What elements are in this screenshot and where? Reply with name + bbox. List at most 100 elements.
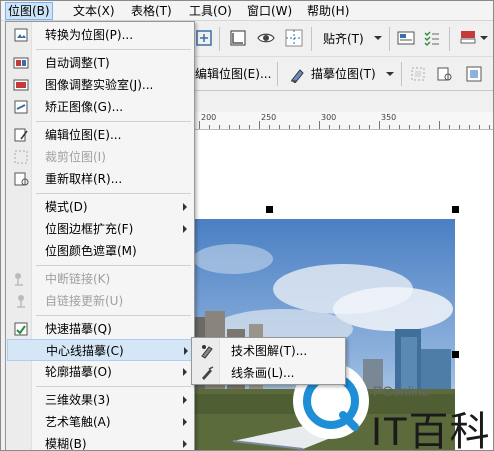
zoom-fit-icon[interactable] [195, 29, 213, 47]
menu-item-bitmap-color-mask[interactable]: 位图颜色遮罩(M) [7, 240, 194, 262]
submenu-arrow-icon [183, 418, 187, 426]
menu-separator [36, 193, 191, 194]
menu-item-centerline-trace[interactable]: 中心线描摹(C) [7, 339, 194, 361]
selection-handle[interactable] [452, 351, 459, 358]
menu-item-mode[interactable]: 模式(D) [7, 196, 194, 218]
submenu-arrow-icon [183, 368, 187, 376]
menu-separator [36, 265, 191, 266]
image-adjust-lab-icon [13, 79, 29, 91]
trace-bitmap-icon [291, 69, 304, 83]
horizontal-ruler: 200 250 300 350 [191, 112, 493, 130]
bitmap-menu: 转换为位图(P)... 自动调整(T) 图像调整实验室(J)... 矫正图像(G… [5, 21, 195, 451]
menu-item-blur[interactable]: 模糊(B) [7, 433, 194, 451]
submenu-arrow-icon [183, 396, 187, 404]
menu-separator [36, 49, 191, 50]
view-eye-icon[interactable] [257, 29, 275, 47]
menu-item-convert-to-bitmap[interactable]: 转换为位图(P)... [7, 24, 194, 46]
menu-item-label: 转换为位图(P)... [45, 28, 134, 42]
submenu-arrow-icon [183, 440, 187, 448]
menu-item-line-drawing[interactable]: 线条画(L)... [193, 362, 345, 384]
menu-item-label: 中断链接(K) [45, 272, 111, 286]
menu-window[interactable]: 窗口(W) [245, 3, 294, 19]
menu-item-label: 位图颜色遮罩(M) [45, 244, 137, 258]
submenu-arrow-icon [184, 347, 188, 355]
chevron-down-icon[interactable] [369, 29, 387, 47]
menu-item-quick-trace[interactable]: 快速描摹(Q) [7, 318, 194, 340]
menu-item-label: 快速描摹(Q) [45, 322, 112, 336]
selection-handle[interactable] [266, 206, 273, 213]
toolbar-separator [277, 62, 278, 86]
crop-bitmap-icon[interactable] [409, 65, 427, 83]
menu-item-bitmap-border-expand[interactable]: 位图边框扩充(F) [7, 218, 194, 240]
page-border-icon[interactable] [229, 29, 247, 47]
menu-item-auto-adjust[interactable]: 自动调整(T) [7, 52, 194, 74]
menu-text[interactable]: 文本(X) [71, 3, 117, 19]
menu-item-label: 自链接更新(U) [45, 294, 124, 308]
menu-separator [36, 315, 191, 316]
menu-tools[interactable]: 工具(O) [187, 3, 234, 19]
resample-icon [14, 172, 29, 186]
submenu-arrow-icon [183, 225, 187, 233]
convert-to-bitmap-icon [14, 28, 28, 42]
menu-item-label: 艺术笔触(A) [45, 415, 111, 429]
menu-help[interactable]: 帮助(H) [305, 3, 351, 19]
menu-item-label: 编辑位图(E)... [45, 128, 122, 142]
edit-bitmap-icon [14, 128, 28, 142]
menu-item-3d-effects[interactable]: 三维效果(3) [7, 389, 194, 411]
checklist-icon[interactable] [423, 29, 441, 47]
menu-item-label: 矫正图像(G)... [45, 100, 124, 114]
menu-separator [36, 121, 191, 122]
ruler-number: 250 [261, 113, 277, 122]
menu-item-label: 模糊(B) [45, 437, 87, 451]
chevron-down-icon[interactable] [381, 65, 399, 83]
menu-item-resample[interactable]: 重新取样(R)... [7, 168, 194, 190]
straighten-image-icon [14, 100, 28, 114]
menu-item-image-adjust-lab[interactable]: 图像调整实验室(J)... [7, 74, 194, 96]
menu-bitmap[interactable]: 位图(B) [5, 2, 53, 20]
trace-bitmap-button[interactable]: 描摹位图(T) [311, 65, 376, 83]
ruler-number: 200 [201, 113, 217, 122]
crop-bitmap-icon [14, 150, 28, 164]
snap-dropdown[interactable]: 贴齐(T) [323, 30, 364, 48]
menu-item-label: 技术图解(T)... [231, 344, 308, 358]
update-link-icon [17, 295, 25, 308]
menubar: 位图(B) 文本(X) 表格(T) 工具(O) 窗口(W) 帮助(H) [1, 1, 493, 21]
menu-item-label: 位图边框扩充(F) [45, 222, 134, 236]
guidelines-icon[interactable] [285, 29, 303, 47]
menu-item-label: 线条画(L)... [231, 366, 295, 380]
menu-item-straighten-image[interactable]: 矫正图像(G)... [7, 96, 194, 118]
menu-item-art-strokes[interactable]: 艺术笔触(A) [7, 411, 194, 433]
menu-item-label: 自动调整(T) [45, 56, 110, 70]
watermark-title: IT百科 [371, 410, 491, 451]
menu-item-edit-bitmap[interactable]: 编辑位图(E)... [7, 124, 194, 146]
standard-toolbar: 贴齐(T) [191, 21, 493, 57]
menu-item-outline-trace[interactable]: 轮廓描摹(O) [7, 361, 194, 383]
menu-item-update-link: 自链接更新(U) [7, 290, 194, 312]
menu-table[interactable]: 表格(T) [129, 3, 174, 19]
menu-item-label: 图像调整实验室(J)... [45, 78, 154, 92]
toolbar-separator [219, 27, 220, 51]
menu-item-label: 重新取样(R)... [45, 172, 123, 186]
line-drawing-icon [202, 366, 214, 380]
options-icon[interactable] [397, 29, 415, 47]
chevron-down-icon[interactable] [475, 29, 493, 47]
submenu-arrow-icon [183, 203, 187, 211]
menu-item-technical-illustration[interactable]: 技术图解(T)... [193, 340, 345, 362]
selection-handle[interactable] [452, 206, 459, 213]
ruler-number: 350 [381, 113, 397, 122]
menu-separator [36, 386, 191, 387]
watermark-brand: PConline [373, 383, 430, 399]
app-window: 位图(B) 文本(X) 表格(T) 工具(O) 窗口(W) 帮助(H) 贴齐(T… [0, 0, 494, 451]
bitmap-frame-icon[interactable] [465, 65, 483, 83]
centerline-trace-submenu: 技术图解(T)... 线条画(L)... [191, 337, 346, 385]
menu-item-label: 模式(D) [45, 200, 88, 214]
menu-item-break-link: 中断链接(K) [7, 268, 194, 290]
menu-item-label: 裁剪位图(I) [45, 150, 106, 164]
menu-item-crop-bitmap: 裁剪位图(I) [7, 146, 194, 168]
technical-illustration-icon [201, 345, 213, 359]
edit-bitmap-button[interactable]: 编辑位图(E)... [195, 65, 271, 83]
break-link-icon [15, 273, 23, 286]
toolbar-separator [389, 27, 390, 51]
menu-item-label: 轮廓描摹(O) [45, 365, 112, 379]
resample-icon[interactable] [435, 65, 453, 83]
